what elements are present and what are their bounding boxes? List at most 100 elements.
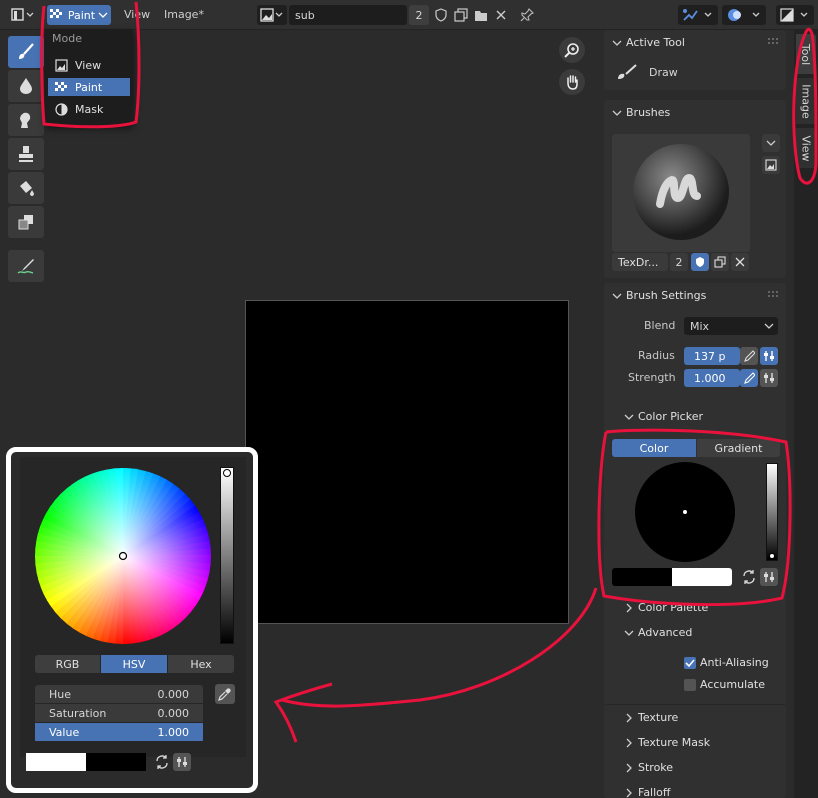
unlink-image-button[interactable]: [492, 5, 510, 25]
clone-tool-button[interactable]: [8, 138, 44, 170]
open-image-button[interactable]: [472, 5, 490, 25]
panel-stroke[interactable]: Stroke: [638, 761, 673, 774]
saturation-field[interactable]: Saturation 0.000: [35, 704, 203, 722]
advanced-title[interactable]: Advanced: [638, 626, 692, 639]
soften-tool-button[interactable]: [8, 70, 44, 102]
panel-texture[interactable]: Texture: [638, 711, 678, 724]
brush-unlink-button[interactable]: [731, 253, 749, 271]
brush-list-dropdown[interactable]: [762, 134, 780, 152]
brush-preview[interactable]: [612, 134, 750, 252]
fake-user-button[interactable]: [432, 5, 450, 25]
tab-hsv[interactable]: HSV: [101, 655, 167, 673]
color-wheel[interactable]: [635, 462, 735, 562]
drag-grip-icon[interactable]: [768, 38, 780, 44]
fill-tool-button[interactable]: [8, 172, 44, 204]
mode-menu: Mode View Paint Mask: [45, 29, 133, 125]
overlay-dropdown[interactable]: [722, 5, 766, 25]
image-canvas[interactable]: [245, 300, 569, 624]
image-browse-button[interactable]: [257, 5, 287, 25]
brush-name-field[interactable]: TexDr...: [612, 253, 668, 271]
chevron-down-icon[interactable]: [612, 108, 622, 118]
menu-image[interactable]: Image*: [164, 8, 204, 21]
popup-value-handle[interactable]: [223, 469, 231, 477]
value-slider-handle[interactable]: [769, 553, 775, 559]
value-slider[interactable]: [766, 463, 778, 561]
tab-hex[interactable]: Hex: [168, 655, 234, 673]
mode-item-view[interactable]: View: [48, 56, 130, 74]
brush-users-count[interactable]: 2: [670, 253, 688, 271]
popup-swap-colors-button[interactable]: [153, 753, 171, 771]
chevron-down-icon[interactable]: [624, 412, 634, 422]
color-palette-title[interactable]: Color Palette: [638, 601, 708, 614]
uv-sync-dropdown[interactable]: [678, 5, 718, 25]
hsv-color-wheel[interactable]: [34, 467, 212, 645]
tab-label: RGB: [55, 657, 80, 671]
tab-view[interactable]: View: [796, 128, 816, 168]
tab-color[interactable]: Color: [612, 439, 696, 457]
color-wheel-cursor[interactable]: [683, 510, 687, 514]
drag-grip-icon[interactable]: [768, 291, 780, 297]
menu-view[interactable]: View: [124, 8, 150, 21]
eyedropper-button[interactable]: [215, 684, 235, 704]
chevron-down-icon[interactable]: [612, 38, 622, 48]
anti-aliasing-checkbox[interactable]: [684, 657, 696, 669]
radius-unified-button[interactable]: [760, 347, 778, 365]
radius-pressure-button[interactable]: [740, 347, 758, 365]
image-name-field[interactable]: sub: [289, 5, 407, 25]
brush-fake-user-button[interactable]: [691, 253, 709, 271]
new-image-button[interactable]: [452, 5, 470, 25]
brush-image-button[interactable]: [762, 156, 780, 174]
header-bar: Paint View Image* sub 2: [0, 0, 818, 30]
brush-duplicate-button[interactable]: [711, 253, 729, 271]
image-editor-icon: [11, 8, 34, 21]
annotate-tool-button[interactable]: [8, 250, 44, 282]
anti-aliasing-label[interactable]: Anti-Aliasing: [700, 656, 769, 669]
panel-texture-mask[interactable]: Texture Mask: [638, 736, 710, 749]
mode-item-mask[interactable]: Mask: [48, 100, 130, 118]
primary-color-swatch[interactable]: [612, 568, 672, 586]
strength-pressure-button[interactable]: [740, 369, 758, 387]
editor-type-button[interactable]: [8, 5, 38, 25]
chevron-down-icon[interactable]: [612, 291, 622, 301]
color-mode-tabs: Color Gradient: [612, 439, 780, 457]
tab-rgb[interactable]: RGB: [35, 655, 100, 673]
accumulate-checkbox[interactable]: [684, 679, 696, 691]
chevron-down-icon: [766, 140, 776, 146]
strength-field[interactable]: 1.000: [684, 369, 740, 387]
tab-tool[interactable]: Tool: [796, 34, 816, 74]
users-count[interactable]: 2: [409, 5, 429, 25]
chevron-down-icon[interactable]: [624, 628, 634, 638]
secondary-color-swatch[interactable]: [672, 568, 732, 586]
popup-value-slider[interactable]: [220, 467, 234, 644]
radius-field[interactable]: 137 p: [684, 347, 740, 365]
hue-field[interactable]: Hue 0.000: [35, 685, 203, 703]
strength-unified-button[interactable]: [760, 369, 778, 387]
chevron-right-icon[interactable]: [624, 603, 634, 613]
value-field[interactable]: Value 1.000: [35, 723, 203, 741]
panel-falloff[interactable]: Falloff: [638, 786, 670, 798]
accumulate-label[interactable]: Accumulate: [700, 678, 765, 691]
chevron-right-icon[interactable]: [624, 738, 634, 748]
secondary-color-swatch[interactable]: [86, 753, 146, 771]
color-picker-title[interactable]: Color Picker: [638, 410, 703, 423]
chevron-right-icon[interactable]: [624, 713, 634, 723]
chevron-right-icon[interactable]: [624, 788, 634, 798]
checker-brush-icon: [55, 81, 67, 91]
mode-dropdown[interactable]: Paint: [47, 5, 111, 25]
swap-colors-button[interactable]: [740, 568, 758, 586]
pin-button[interactable]: [517, 5, 537, 25]
tab-gradient[interactable]: Gradient: [697, 439, 780, 457]
mask-tool-button[interactable]: [8, 206, 44, 238]
blend-dropdown[interactable]: Mix: [684, 317, 778, 335]
tab-image[interactable]: Image: [796, 78, 816, 124]
primary-color-swatch[interactable]: [26, 753, 86, 771]
mode-item-paint[interactable]: Paint: [48, 78, 130, 96]
popup-unified-button[interactable]: [173, 753, 191, 771]
display-channels-dropdown[interactable]: [776, 5, 814, 25]
draw-tool-button[interactable]: [8, 36, 44, 68]
color-unified-button[interactable]: [760, 568, 778, 586]
smear-tool-button[interactable]: [8, 104, 44, 136]
pan-button[interactable]: [559, 69, 585, 95]
zoom-button[interactable]: [559, 37, 585, 63]
chevron-right-icon[interactable]: [624, 763, 634, 773]
